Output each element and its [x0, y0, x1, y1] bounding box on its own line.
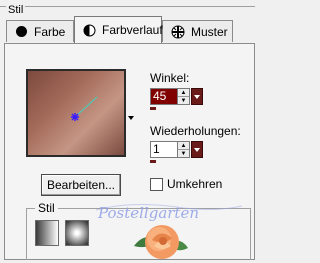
wiederholungen-slider-button[interactable]: [191, 141, 203, 158]
chevron-down-icon: [194, 147, 200, 152]
edit-button[interactable]: Bearbeiten...: [41, 174, 121, 196]
wiederholungen-slider-mark: [150, 160, 156, 163]
filled-circle-icon: [15, 25, 28, 39]
winkel-spin-buttons[interactable]: ▲ ▼: [178, 88, 190, 105]
winkel-slider-button[interactable]: [191, 88, 203, 105]
watermark-text: Postellgarten: [97, 204, 199, 222]
winkel-input[interactable]: 45: [150, 88, 178, 105]
tab-farbverlauf-label: Farbverlauf: [102, 23, 163, 37]
tab-farbe[interactable]: Farbe: [6, 20, 74, 42]
rectangular-gradient-style-button[interactable]: [65, 220, 89, 246]
winkel-label: Winkel:: [150, 71, 190, 85]
umkehren-checkbox[interactable]: [150, 178, 163, 191]
preview-dropdown-arrow-icon[interactable]: [128, 116, 134, 120]
angle-indicator: [71, 96, 98, 121]
pattern-grid-icon: [171, 25, 185, 39]
umkehren-label: Umkehren: [167, 177, 223, 191]
wiederholungen-spinner[interactable]: 1 ▲ ▼: [150, 141, 203, 158]
winkel-spinner[interactable]: 45 ▲ ▼: [150, 88, 203, 105]
tab-farbverlauf[interactable]: Farbverlauf: [74, 16, 163, 43]
spin-up-icon[interactable]: ▲: [178, 142, 189, 150]
tab-muster-label: Muster: [191, 24, 228, 39]
wiederholungen-spin-buttons[interactable]: ▲ ▼: [178, 141, 190, 158]
stil-group-title: Stil: [35, 201, 58, 215]
style-frame-title: Stil: [6, 4, 26, 16]
wiederholungen-input[interactable]: 1: [150, 141, 178, 158]
tab-muster[interactable]: Muster: [162, 20, 233, 42]
linear-gradient-style-button[interactable]: [35, 220, 59, 246]
winkel-slider-mark: [150, 107, 156, 110]
tab-farbe-label: Farbe: [34, 24, 66, 39]
spin-up-icon[interactable]: ▲: [178, 89, 189, 97]
rose-watermark-logo: Postellgarten: [94, 196, 244, 260]
spin-down-icon[interactable]: ▼: [178, 97, 189, 104]
half-circle-icon: [83, 23, 96, 37]
wiederholungen-label: Wiederholungen:: [150, 124, 241, 138]
chevron-down-icon: [194, 94, 200, 99]
gradient-preview[interactable]: [26, 69, 126, 157]
spin-down-icon[interactable]: ▼: [178, 150, 189, 157]
